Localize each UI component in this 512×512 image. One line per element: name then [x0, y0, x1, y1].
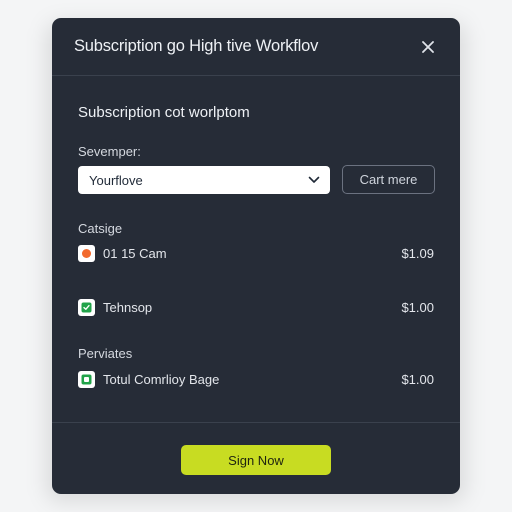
item-price: $1.00 — [401, 371, 434, 387]
item-price: $1.00 — [401, 299, 434, 315]
item-name: 01 15 Cam — [103, 245, 167, 261]
field-label: Sevemper: — [78, 144, 141, 159]
close-button[interactable] — [418, 37, 438, 57]
chevron-down-icon — [308, 176, 320, 183]
dialog-footer: Sign Now — [52, 422, 460, 494]
orange-dot-icon — [78, 244, 95, 262]
group-label-perviates: Perviates — [78, 346, 133, 361]
dialog-title: Subscription go High tive Workflov — [74, 37, 319, 55]
list-item[interactable]: Totul Comrlioy Bage $1.00 — [78, 368, 434, 390]
list-item[interactable]: 01 15 Cam $1.09 — [78, 242, 434, 264]
subscription-dialog: Subscription go High tive Workflov Subsc… — [52, 18, 460, 494]
item-price: $1.09 — [401, 245, 434, 261]
green-badge-icon — [78, 370, 95, 388]
group-label-catsige: Catsige — [78, 221, 123, 236]
sign-now-button[interactable]: Sign Now — [181, 445, 331, 475]
section-title: Subscription cot worlptom — [78, 104, 250, 121]
close-icon — [422, 40, 434, 53]
list-item[interactable]: Tehnsop $1.00 — [78, 296, 434, 318]
item-name: Totul Comrlioy Bage — [103, 371, 220, 387]
workflow-select[interactable]: Yourflove — [78, 166, 330, 194]
green-check-icon — [78, 298, 95, 316]
select-value: Yourflove — [89, 172, 143, 188]
dialog-header: Subscription go High tive Workflov — [52, 18, 460, 76]
cart-more-button[interactable]: Cart mere — [342, 165, 435, 194]
item-name: Tehnsop — [103, 299, 153, 315]
